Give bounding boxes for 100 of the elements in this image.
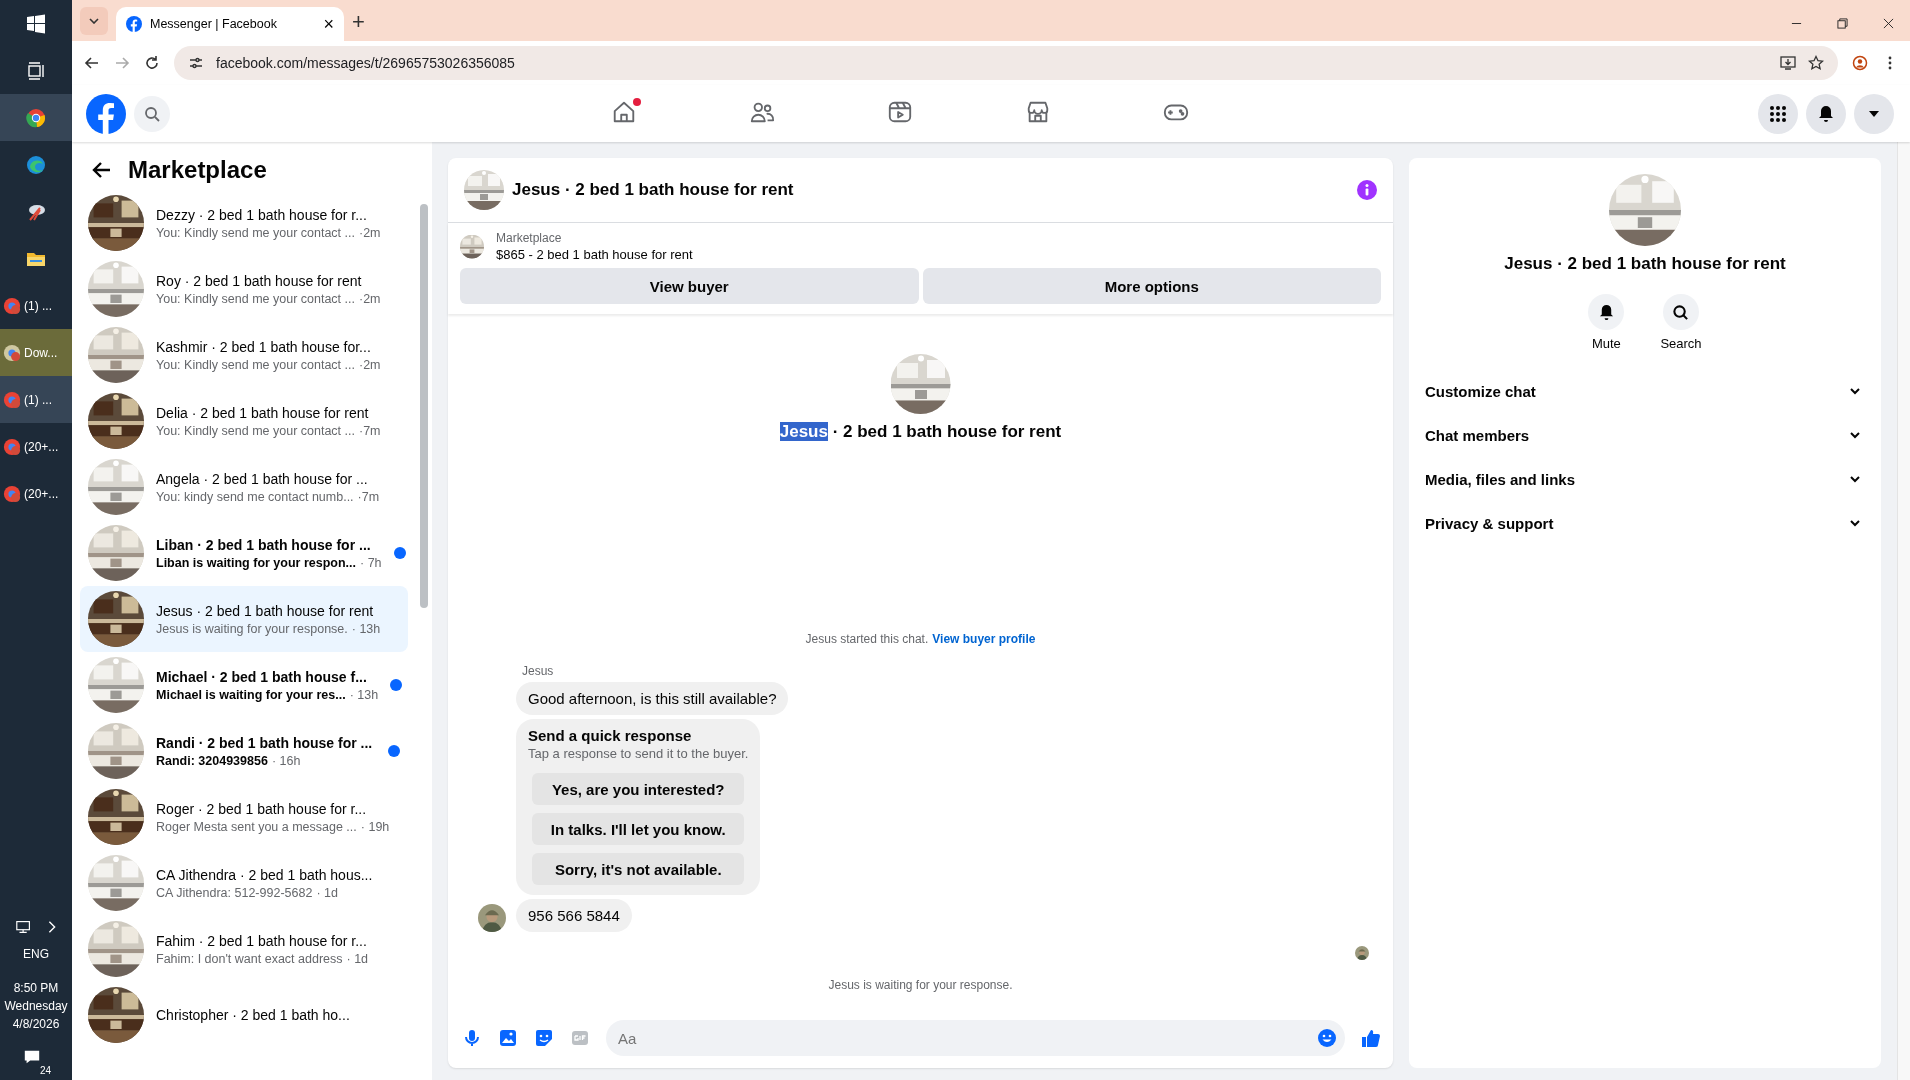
info-icon[interactable] xyxy=(1357,180,1377,200)
back-icon[interactable] xyxy=(84,55,100,71)
reload-icon[interactable] xyxy=(144,55,160,71)
view-buyer-profile-link[interactable]: View buyer profile xyxy=(932,632,1036,646)
timestamp: · 16h xyxy=(271,753,301,768)
restore-icon[interactable] xyxy=(1837,18,1848,29)
action-label: Mute xyxy=(1591,336,1621,351)
language-indicator[interactable]: ENG xyxy=(23,946,49,962)
conversation-item[interactable]: CA Jithendra · 2 bed 1 bath hous... CA Jithendra: 512-992-5682 · 1d xyxy=(80,850,408,916)
taskbar-window[interactable]: Dow... xyxy=(0,329,72,376)
thumbs-up-icon[interactable] xyxy=(1361,1028,1381,1048)
conversation-title: Christopher · 2 bed 1 bath ho... xyxy=(156,1007,350,1023)
back-icon[interactable] xyxy=(92,160,112,180)
quick-response-button[interactable]: Yes, are you interested? xyxy=(532,773,745,805)
conversation-item[interactable]: Michael · 2 bed 1 bath house f... Michael is waiting for your res... · 13h xyxy=(80,652,408,718)
search-button[interactable] xyxy=(1663,294,1699,330)
chevron-icon[interactable] xyxy=(47,920,57,934)
timestamp: · 13h xyxy=(349,687,379,702)
star-icon[interactable] xyxy=(1808,55,1824,71)
quick-response-button[interactable]: Sorry, it's not available. xyxy=(532,853,745,885)
browser-icon xyxy=(26,107,46,128)
conversation-title: Fahim · 2 bed 1 bath house for r... xyxy=(156,932,367,949)
quick-response-button[interactable]: In talks. I'll let you know. xyxy=(532,813,745,845)
conversation-item[interactable]: Dezzy · 2 bed 1 bath house for r... You: Kindly send me your contact ... ·2m xyxy=(80,190,408,256)
message-bubble: 956 566 5844 xyxy=(516,899,632,932)
scrollbar[interactable] xyxy=(1897,142,1910,1080)
conversation-item[interactable]: Randi · 2 bed 1 bath house for ... Randi: 3204939856 · 16h xyxy=(80,718,408,784)
conversation-item[interactable]: Christopher · 2 bed 1 bath ho... xyxy=(80,982,408,1048)
scrollbar[interactable] xyxy=(420,204,428,608)
sticker-icon[interactable] xyxy=(534,1028,554,1048)
chat-name: Jesus · 2 bed 1 bath house for rent xyxy=(1504,254,1786,274)
conversation-item[interactable]: Liban · 2 bed 1 bath house for ... Liban is waiting for your respon... · 7h xyxy=(80,520,408,586)
caret-icon xyxy=(89,18,99,24)
taskbar-window[interactable]: (1) ... xyxy=(0,376,72,423)
tab-close-button[interactable]: × xyxy=(323,13,334,35)
message-preview: CA Jithendra: 512-992-5682 xyxy=(156,885,313,900)
search-icon xyxy=(1672,303,1690,321)
listing-action-button[interactable]: More options xyxy=(922,268,1381,304)
task-view-icon xyxy=(26,60,46,81)
caret-icon xyxy=(1868,109,1880,118)
timestamp: · 7h xyxy=(360,555,382,570)
mute-button[interactable] xyxy=(1588,294,1625,330)
status-message: Jesus is waiting for your response. xyxy=(827,978,1014,992)
browser-icon xyxy=(3,296,21,315)
notifications-button[interactable]: 24 xyxy=(23,1048,49,1072)
tab-list-button[interactable] xyxy=(80,7,108,35)
conversation-item[interactable]: Jesus · 2 bed 1 bath house for rent Jesus is waiting for your response. · 13h xyxy=(80,586,408,652)
listing-action-button[interactable]: View buyer xyxy=(460,268,919,304)
message-icon xyxy=(23,1048,41,1066)
message-preview: Michael is waiting for your res... xyxy=(156,687,346,702)
details-section[interactable]: Customize chat xyxy=(1425,369,1865,413)
conversation-item[interactable]: Kashmir · 2 bed 1 bath house for... You: Kindly send me your contact ... ·2m xyxy=(80,322,408,388)
browser-tab[interactable]: Messenger | Facebook × xyxy=(116,7,344,41)
conversation-item[interactable]: Fahim · 2 bed 1 bath house for r... Fahim: I don't want exact address · 1d xyxy=(80,916,408,982)
details-section[interactable]: Privacy & support xyxy=(1425,501,1865,545)
conversation-title: Randi · 2 bed 1 bath house for ... xyxy=(156,734,373,751)
conversation-title: Roger · 2 bed 1 bath house for r... xyxy=(156,800,367,817)
clock-date: 4/8/2026 xyxy=(12,1016,60,1032)
microphone-icon[interactable] xyxy=(462,1028,482,1048)
conversation-title: Angela · 2 bed 1 bath house for ... xyxy=(156,470,368,487)
video-icon xyxy=(887,99,913,125)
message-preview: Randi: 3204939856 xyxy=(156,753,268,768)
store-icon xyxy=(1025,99,1051,125)
notifications-button[interactable] xyxy=(1806,93,1846,134)
timestamp: · 1d xyxy=(316,885,338,900)
network-icon[interactable] xyxy=(15,918,33,936)
conversation-item[interactable]: Delia · 2 bed 1 bath house for rent You: Kindly send me your contact ... ·7m xyxy=(80,388,408,454)
message-input-field[interactable]: Aa xyxy=(606,1020,1345,1056)
conversation-item[interactable]: Roger · 2 bed 1 bath house for r... Roger Mesta sent you a message ... · 19h xyxy=(80,784,408,850)
details-section[interactable]: Chat members xyxy=(1425,413,1865,457)
emoji-icon[interactable] xyxy=(1317,1028,1337,1048)
message-preview: You: Kindly send me your contact ... xyxy=(156,225,355,240)
site-settings-icon[interactable] xyxy=(188,55,204,71)
timestamp: ·2m xyxy=(358,357,381,372)
menu-button[interactable] xyxy=(1758,93,1798,134)
close-icon[interactable] xyxy=(1883,18,1894,29)
clock-time: 8:50 PM xyxy=(13,980,59,996)
listing-source: Marketplace xyxy=(496,231,563,245)
taskbar-window[interactable]: (20+... xyxy=(0,470,72,517)
message-bubble: Good afternoon, is this still available? xyxy=(516,682,789,715)
browser-icon xyxy=(3,343,21,362)
chat-title: Jesus · 2 bed 1 bath house for rent xyxy=(512,180,794,200)
profile-icon[interactable] xyxy=(1852,55,1868,71)
facebook-logo-icon[interactable] xyxy=(86,93,126,134)
listing-title[interactable]: $865 - 2 bed 1 bath house for rent xyxy=(496,247,693,262)
conversation-item[interactable]: Angela · 2 bed 1 bath house for ... You: kindy send me contact numb... ·7m xyxy=(80,454,408,520)
install-icon[interactable] xyxy=(1780,55,1796,71)
taskbar-window[interactable]: (1) ... xyxy=(0,282,72,329)
action-label: Search xyxy=(1660,336,1702,351)
image-icon[interactable] xyxy=(498,1028,518,1048)
address-field[interactable]: facebook.com/messages/t/26965753026356085 xyxy=(174,46,1838,80)
bell-icon xyxy=(1817,104,1835,123)
details-section[interactable]: Media, files and links xyxy=(1425,457,1865,501)
windows-icon xyxy=(26,13,46,34)
conversation-title: CA Jithendra · 2 bed 1 bath hous... xyxy=(156,866,373,883)
conversation-item[interactable]: Roy · 2 bed 1 bath house for rent You: Kindly send me your contact ... ·2m xyxy=(80,256,408,322)
sender-name: Jesus xyxy=(522,664,555,678)
conversation-title: Delia · 2 bed 1 bath house for rent xyxy=(156,404,369,421)
new-tab-button[interactable]: + xyxy=(352,9,365,35)
taskbar-window[interactable]: (20+... xyxy=(0,423,72,470)
